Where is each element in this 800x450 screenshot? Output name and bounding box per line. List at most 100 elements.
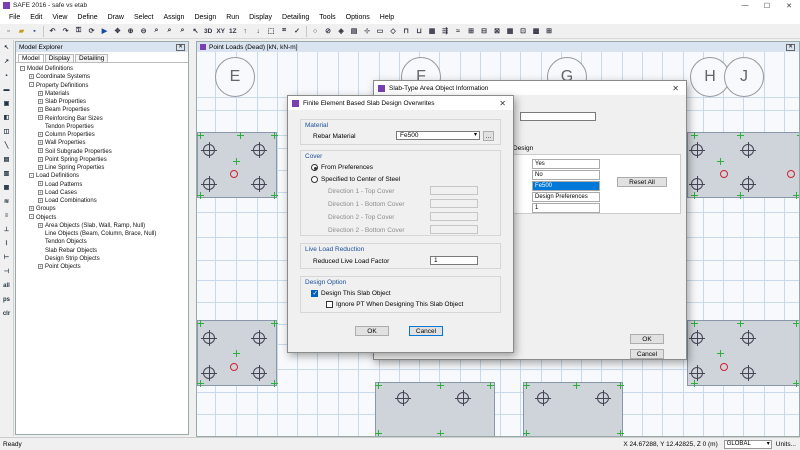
collapse-icon[interactable]: - [29, 173, 34, 179]
rebar-material-browse-button[interactable]: ... [483, 131, 494, 141]
tab-model[interactable]: Model [18, 54, 44, 62]
tree-node[interactable]: - Load Definitions [16, 172, 188, 180]
pick-icon[interactable]: ⌗ [279, 26, 290, 37]
pointer-tool-icon[interactable]: ↖ [1, 42, 12, 53]
draw-spring-tool-icon[interactable]: ⌇ [1, 238, 12, 249]
tree-node[interactable]: + Beam Properties [16, 106, 188, 114]
expand-icon[interactable]: + [38, 148, 43, 154]
table-cell-yes[interactable]: Yes [532, 159, 600, 169]
draw-line-tool-icon[interactable]: ▬ [1, 84, 12, 95]
draw-beam-icon[interactable]: ⊓ [401, 26, 412, 37]
expand-icon[interactable]: + [38, 140, 43, 146]
draw-column-icon[interactable]: ⊞ [544, 26, 555, 37]
menu-select[interactable]: Select [129, 14, 158, 21]
draw-dimension-tool-icon[interactable]: ⊢ [1, 252, 12, 263]
pan-icon[interactable]: ✥ [112, 26, 123, 37]
from-preferences-radio[interactable] [311, 164, 318, 171]
minimize-button[interactable]: — [734, 2, 756, 9]
draw-beam-tool-icon[interactable]: ╲ [1, 140, 12, 151]
tree-node[interactable]: - Objects [16, 214, 188, 222]
draw-rebar-icon[interactable]: ⊞ [466, 26, 477, 37]
draw-opening-icon[interactable]: ▩ [531, 26, 542, 37]
save-icon[interactable]: ▪ [29, 26, 40, 37]
tree-node[interactable]: + Load Patterns [16, 181, 188, 189]
slab-info-field[interactable] [520, 112, 596, 121]
expand-icon[interactable]: + [38, 189, 43, 195]
design-this-slab-checkbox[interactable] [311, 289, 318, 297]
tree-node[interactable]: + Load Cases [16, 189, 188, 197]
tree-node[interactable]: + Load Combinations [16, 197, 188, 205]
tree-node[interactable]: + Line Spring Properties [16, 164, 188, 172]
draw-section-tool-icon[interactable]: ⊣ [1, 266, 12, 277]
coord-system-select[interactable]: GLOBAL [723, 439, 772, 449]
draw-point-icon[interactable]: ⊹ [362, 26, 373, 37]
maximize-button[interactable]: ☐ [756, 2, 778, 10]
menu-draw[interactable]: Draw [103, 14, 129, 21]
options-icon[interactable]: ⊘ [323, 26, 334, 37]
specified-center-steel-radio[interactable] [311, 176, 318, 183]
tree-node[interactable]: Line Objects (Beam, Column, Brace, Null) [16, 230, 188, 238]
menu-assign[interactable]: Assign [158, 14, 189, 21]
tree-node[interactable]: Design Strip Objects [16, 255, 188, 263]
zoom-previous-icon[interactable]: ⌕ [177, 26, 188, 37]
run-icon[interactable]: ▶ [99, 26, 110, 37]
tree-node[interactable]: Slab Rebar Objects [16, 247, 188, 255]
previous-selection-button[interactable]: ps [1, 294, 12, 305]
ok-button[interactable]: OK [355, 326, 389, 336]
tree-node[interactable]: + Coordinate Systems [16, 73, 188, 81]
slab-info-cancel-button[interactable]: Cancel [630, 349, 664, 359]
menu-file[interactable]: File [4, 14, 25, 21]
draw-opening-tool-icon[interactable]: ◫ [1, 126, 12, 137]
tree-node[interactable]: + Materials [16, 90, 188, 98]
expand-icon[interactable]: + [29, 74, 34, 80]
tree-node[interactable]: - Model Definitions [16, 65, 188, 73]
zoom-all-icon[interactable]: ⌕ [164, 26, 175, 37]
tree-node[interactable]: + Groups [16, 205, 188, 213]
menu-display[interactable]: Display [244, 14, 277, 21]
menu-tools[interactable]: Tools [314, 14, 340, 21]
ignore-pt-checkbox[interactable] [326, 301, 333, 308]
expand-icon[interactable]: + [38, 156, 43, 162]
draw-strip-icon[interactable]: ⇶ [440, 26, 451, 37]
table-cell-design-preferences[interactable]: Design Preferences [532, 192, 600, 202]
zoom-window-icon[interactable]: ⌕ [151, 26, 162, 37]
menu-edit[interactable]: Edit [25, 14, 47, 21]
zoom-in-icon[interactable]: ⊕ [125, 26, 136, 37]
display-icon[interactable]: ▤ [349, 26, 360, 37]
tree-node[interactable]: Tendon Properties [16, 123, 188, 131]
draw-slab-icon[interactable]: ▦ [427, 26, 438, 37]
expand-icon[interactable]: + [38, 164, 43, 170]
check-icon[interactable]: ✓ [292, 26, 303, 37]
view-xy-button[interactable]: XY [215, 26, 226, 37]
undo-icon[interactable]: ↶ [47, 26, 58, 37]
explorer-close-icon[interactable]: ✕ [176, 43, 185, 51]
view-3d-button[interactable]: 3D [203, 26, 213, 37]
reset-all-button[interactable]: Reset All [617, 177, 667, 187]
tree-node[interactable]: + Reinforcing Bar Sizes [16, 115, 188, 123]
dialog-close-icon[interactable]: ✕ [499, 99, 506, 108]
collapse-icon[interactable]: - [20, 65, 25, 71]
tree-node[interactable]: + Point Objects [16, 263, 188, 271]
draw-wall-tool-icon[interactable]: ▤ [1, 154, 12, 165]
draw-support-tool-icon[interactable]: ⊥ [1, 224, 12, 235]
draw-slab-tool-icon[interactable]: ◧ [1, 112, 12, 123]
refresh-icon[interactable]: ⟳ [86, 26, 97, 37]
reshape-tool-icon[interactable]: ↗ [1, 56, 12, 67]
select-icon[interactable]: ⬚ [266, 26, 277, 37]
collapse-icon[interactable]: - [29, 82, 34, 88]
draw-strip-tool-icon[interactable]: ▦ [1, 182, 12, 193]
cancel-button[interactable]: Cancel [409, 326, 443, 336]
dir1-top-cover-input[interactable] [430, 186, 478, 195]
table-cell-no[interactable]: No [532, 170, 600, 180]
down-arrow-icon[interactable]: ↓ [253, 26, 264, 37]
clear-selection-button[interactable]: clr [1, 308, 12, 319]
expand-icon[interactable]: + [29, 206, 34, 212]
draw-text-icon[interactable]: ⊡ [518, 26, 529, 37]
draw-grid-icon[interactable]: ▦ [505, 26, 516, 37]
slab-info-close-icon[interactable]: ✕ [672, 84, 679, 93]
collapse-icon[interactable]: - [29, 214, 34, 220]
tree-node[interactable]: + Area Objects (Slab, Wall, Ramp, Null) [16, 222, 188, 230]
lock-icon[interactable]: ⚿ [73, 26, 84, 37]
tree-node[interactable]: Tendon Objects [16, 238, 188, 246]
rebar-material-select[interactable]: Fe500 ▾ [396, 131, 480, 140]
